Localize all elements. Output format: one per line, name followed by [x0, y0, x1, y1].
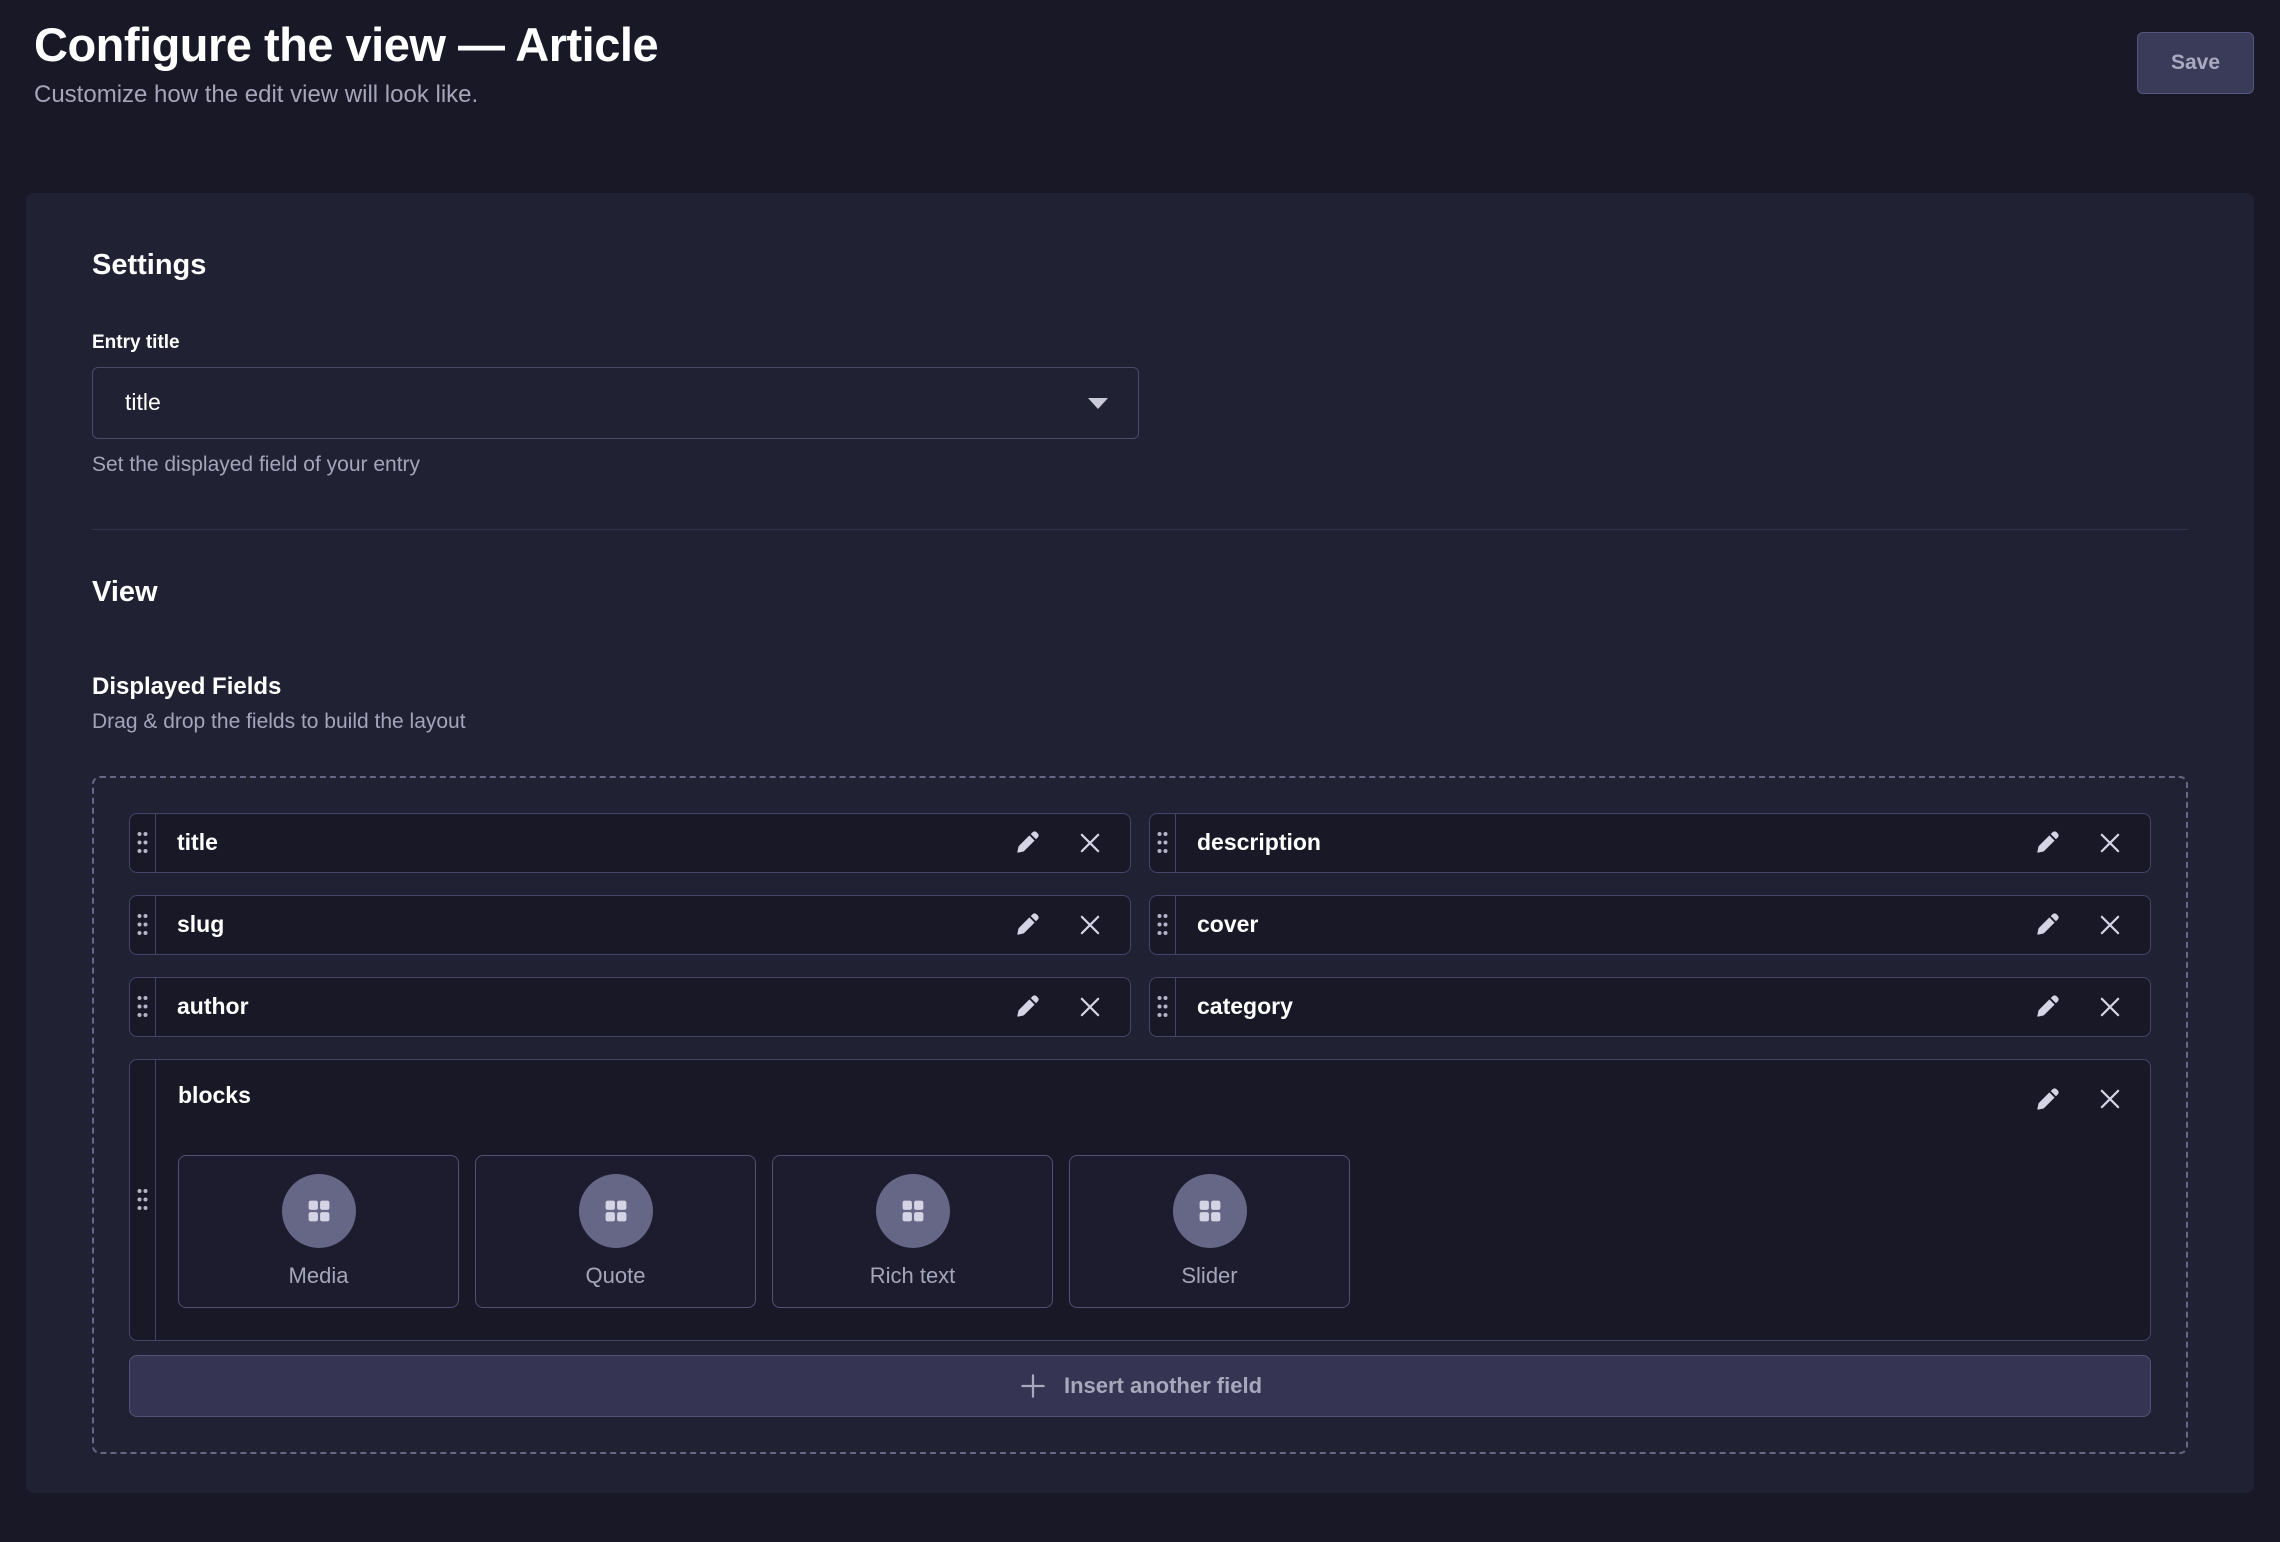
component-card[interactable]: Quote [475, 1155, 756, 1308]
chevron-down-icon [1086, 396, 1110, 410]
drag-dots-icon [135, 830, 150, 855]
pencil-icon [2034, 993, 2061, 1020]
configure-view-page: Configure the view — Article Customize h… [0, 0, 2280, 1493]
drag-dots-icon [1155, 912, 1170, 937]
component-list: Media [178, 1155, 2034, 1308]
pencil-icon [1014, 993, 1041, 1020]
component-grid-icon [897, 1195, 929, 1227]
pencil-icon [2034, 1086, 2061, 1113]
pencil-icon [1014, 911, 1041, 938]
edit-field-button[interactable] [2034, 829, 2061, 856]
remove-field-button[interactable] [1077, 912, 1103, 938]
field-name: category [1176, 978, 2034, 1036]
plus-icon [1018, 1371, 1048, 1401]
view-heading: View [92, 576, 2188, 609]
drag-handle[interactable] [130, 1060, 156, 1340]
entry-title-label: Entry title [92, 332, 1139, 354]
pencil-icon [2034, 911, 2061, 938]
insert-another-field-button[interactable]: Insert another field [129, 1355, 2151, 1417]
configuration-card: Settings Entry title title Set the displ… [26, 193, 2254, 1493]
edit-field-button[interactable] [2034, 911, 2061, 938]
entry-title-select[interactable]: title [92, 367, 1139, 439]
field-name: description [1176, 814, 2034, 872]
close-icon [2097, 830, 2123, 856]
field-row[interactable]: author [129, 977, 1131, 1037]
fields-grid: title [129, 813, 2151, 1037]
remove-field-button[interactable] [1077, 994, 1103, 1020]
field-row[interactable]: description [1149, 813, 2151, 873]
displayed-fields-title: Displayed Fields [92, 673, 2188, 701]
drag-dots-icon [1155, 994, 1170, 1019]
remove-field-button[interactable] [2097, 830, 2123, 856]
dynamic-zone-content: blocks [156, 1060, 2034, 1340]
entry-title-field: Entry title title Set the displayed fiel… [92, 332, 1139, 477]
drag-dots-icon [135, 1187, 150, 1212]
component-grid-icon [303, 1195, 335, 1227]
edit-field-button[interactable] [2034, 1086, 2061, 1113]
component-card[interactable]: Slider [1069, 1155, 1350, 1308]
drag-handle[interactable] [1150, 978, 1176, 1036]
component-icon-circle [1173, 1174, 1247, 1248]
remove-field-button[interactable] [2097, 912, 2123, 938]
edit-field-button[interactable] [1014, 993, 1041, 1020]
drag-handle[interactable] [1150, 896, 1176, 954]
field-name: cover [1176, 896, 2034, 954]
entry-title-select-value: title [125, 389, 161, 416]
close-icon [2097, 994, 2123, 1020]
edit-field-button[interactable] [1014, 829, 1041, 856]
component-icon-circle [876, 1174, 950, 1248]
component-name: Rich text [870, 1263, 956, 1289]
save-button[interactable]: Save [2137, 32, 2254, 94]
drag-dots-icon [135, 912, 150, 937]
field-name: blocks [178, 1082, 2034, 1109]
component-name: Media [289, 1263, 349, 1289]
field-name: author [156, 978, 1014, 1036]
drag-handle[interactable] [1150, 814, 1176, 872]
close-icon [2097, 912, 2123, 938]
section-divider [92, 529, 2188, 530]
drag-handle[interactable] [130, 814, 156, 872]
drag-handle[interactable] [130, 896, 156, 954]
drag-dots-icon [1155, 830, 1170, 855]
component-name: Quote [586, 1263, 646, 1289]
insert-another-field-label: Insert another field [1064, 1373, 1262, 1399]
drag-handle[interactable] [130, 978, 156, 1036]
close-icon [1077, 830, 1103, 856]
remove-field-button[interactable] [2097, 994, 2123, 1020]
entry-title-hint: Set the displayed field of your entry [92, 453, 1139, 477]
field-row[interactable]: slug [129, 895, 1131, 955]
page-header-text: Configure the view — Article Customize h… [34, 16, 658, 109]
field-name: slug [156, 896, 1014, 954]
field-name: title [156, 814, 1014, 872]
component-grid-icon [600, 1195, 632, 1227]
close-icon [1077, 994, 1103, 1020]
component-card[interactable]: Media [178, 1155, 459, 1308]
remove-field-button[interactable] [1077, 830, 1103, 856]
component-card[interactable]: Rich text [772, 1155, 1053, 1308]
component-grid-icon [1194, 1195, 1226, 1227]
edit-field-button[interactable] [1014, 911, 1041, 938]
component-name: Slider [1181, 1263, 1237, 1289]
edit-field-button[interactable] [2034, 993, 2061, 1020]
settings-heading: Settings [92, 249, 2188, 282]
component-icon-circle [579, 1174, 653, 1248]
field-row[interactable]: title [129, 813, 1131, 873]
component-icon-circle [282, 1174, 356, 1248]
pencil-icon [1014, 829, 1041, 856]
remove-field-button[interactable] [2097, 1086, 2123, 1112]
fields-dropzone: title [92, 776, 2188, 1454]
settings-section: Settings Entry title title Set the displ… [92, 249, 2188, 477]
drag-dots-icon [135, 994, 150, 1019]
pencil-icon [2034, 829, 2061, 856]
page-subtitle: Customize how the edit view will look li… [34, 81, 658, 109]
field-row[interactable]: cover [1149, 895, 2151, 955]
page-header: Configure the view — Article Customize h… [26, 0, 2254, 109]
dynamic-zone-row[interactable]: blocks [129, 1059, 2151, 1341]
close-icon [1077, 912, 1103, 938]
displayed-fields-subtitle: Drag & drop the fields to build the layo… [92, 710, 2188, 734]
page-title: Configure the view — Article [34, 16, 658, 75]
field-row[interactable]: category [1149, 977, 2151, 1037]
view-section: View Displayed Fields Drag & drop the fi… [92, 576, 2188, 1454]
close-icon [2097, 1086, 2123, 1112]
